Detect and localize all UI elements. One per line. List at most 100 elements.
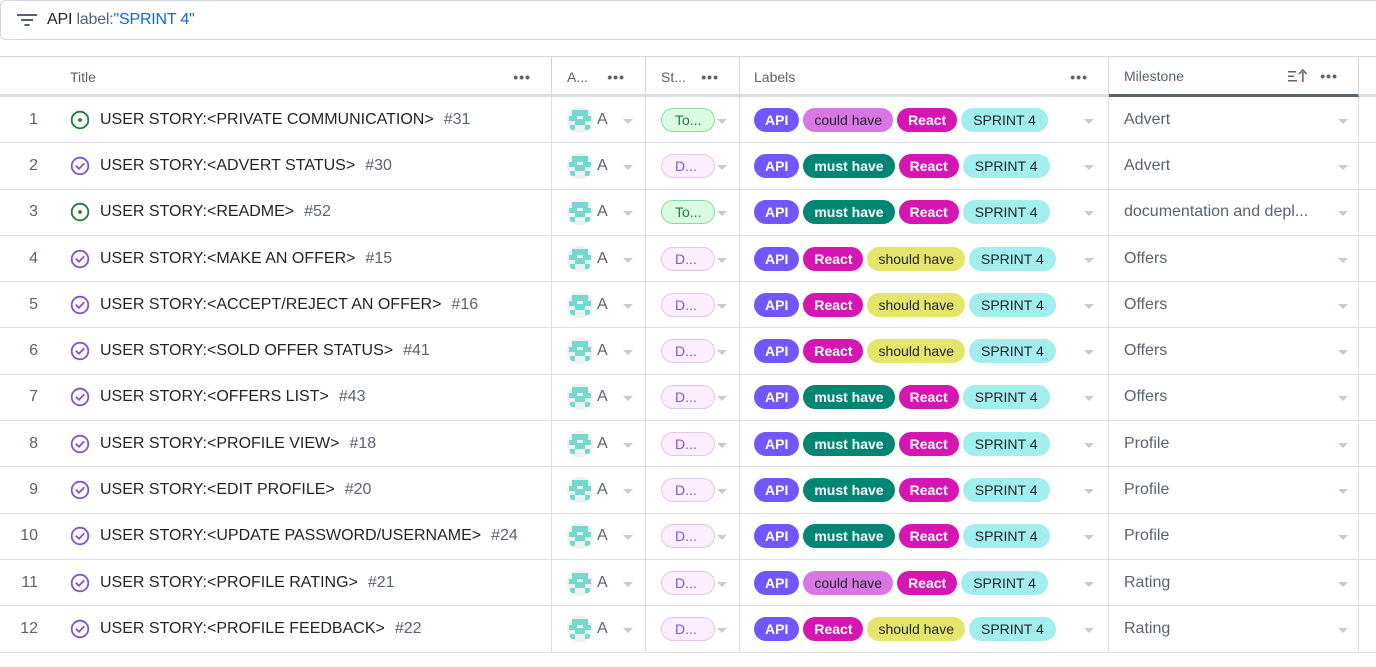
labels-cell[interactable]: API must have React SPRINT 4 xyxy=(740,143,1109,189)
label-react[interactable]: React xyxy=(803,246,864,271)
table-row[interactable]: 1 USER STORY:<PRIVATE COMMUNICATION> #31… xyxy=(0,97,1376,144)
status-badge[interactable]: D... xyxy=(661,570,715,595)
table-row[interactable]: 8 USER STORY:<PROFILE VIEW> #18 A D... A… xyxy=(0,421,1376,468)
milestone-cell[interactable]: Advert xyxy=(1109,97,1359,143)
status-cell[interactable]: D... xyxy=(646,374,740,421)
status-cell[interactable]: D... xyxy=(646,606,740,652)
chevron-down-icon[interactable] xyxy=(623,164,633,170)
chevron-down-icon[interactable] xyxy=(717,627,727,633)
labels-cell[interactable]: API React should have SPRINT 4 xyxy=(740,282,1109,328)
label-react[interactable]: React xyxy=(898,153,959,178)
issue-title[interactable]: USER STORY:<SOLD OFFER STATUS> xyxy=(100,342,393,360)
chevron-down-icon[interactable] xyxy=(1338,303,1348,309)
chevron-down-icon[interactable] xyxy=(1084,118,1094,124)
assignee-cell[interactable]: A xyxy=(552,374,646,421)
label-react[interactable]: React xyxy=(803,292,864,317)
chevron-down-icon[interactable] xyxy=(623,257,633,263)
label-must[interactable]: must have xyxy=(803,153,895,178)
chevron-down-icon[interactable] xyxy=(717,442,727,448)
label-api[interactable]: API xyxy=(754,200,800,225)
assignee-cell[interactable]: A xyxy=(552,467,646,513)
chevron-down-icon[interactable] xyxy=(1338,581,1348,587)
status-badge[interactable]: D... xyxy=(661,524,715,549)
chevron-down-icon[interactable] xyxy=(717,211,727,217)
status-badge[interactable]: D... xyxy=(661,616,715,641)
header-milestone[interactable]: Milestone ••• xyxy=(1109,57,1359,97)
label-sprint[interactable]: SPRINT 4 xyxy=(961,570,1048,595)
chevron-down-icon[interactable] xyxy=(717,489,727,495)
label-api[interactable]: API xyxy=(754,616,800,641)
label-must[interactable]: must have xyxy=(803,524,895,549)
chevron-down-icon[interactable] xyxy=(1338,627,1348,633)
chevron-down-icon[interactable] xyxy=(717,257,727,263)
table-row[interactable]: 3 USER STORY:<README> #52 A To... API mus… xyxy=(0,189,1376,236)
assignee-cell[interactable]: A xyxy=(552,421,646,467)
label-api[interactable]: API xyxy=(754,246,800,271)
assignee-cell[interactable]: A xyxy=(552,559,646,606)
chevron-down-icon[interactable] xyxy=(623,442,633,448)
assignee-cell[interactable]: A xyxy=(552,328,646,374)
labels-cell[interactable]: API must have React SPRINT 4 xyxy=(740,467,1109,513)
chevron-down-icon[interactable] xyxy=(1338,442,1348,448)
issue-title[interactable]: USER STORY:<UPDATE PASSWORD/USERNAME> xyxy=(100,527,481,545)
issue-title[interactable]: USER STORY:<OFFERS LIST> xyxy=(100,388,329,406)
label-sprint[interactable]: SPRINT 4 xyxy=(962,385,1050,410)
status-cell[interactable]: D... xyxy=(646,467,740,513)
chevron-down-icon[interactable] xyxy=(1338,350,1348,356)
table-row[interactable]: 10 USER STORY:<UPDATE PASSWORD/USERNAME>… xyxy=(0,513,1376,560)
label-api[interactable]: API xyxy=(754,292,800,317)
status-cell[interactable]: D... xyxy=(646,143,740,189)
label-api[interactable]: API xyxy=(754,478,800,503)
chevron-down-icon[interactable] xyxy=(1084,303,1094,309)
label-api[interactable]: API xyxy=(754,524,800,549)
label-should[interactable]: should have xyxy=(867,246,965,271)
table-row[interactable]: 5 USER STORY:<ACCEPT/REJECT AN OFFER> #1… xyxy=(0,282,1376,329)
labels-cell[interactable]: API must have React SPRINT 4 xyxy=(740,374,1109,421)
labels-cell[interactable]: API must have React SPRINT 4 xyxy=(740,421,1109,467)
labels-cell[interactable]: API React should have SPRINT 4 xyxy=(740,328,1109,374)
status-badge[interactable]: D... xyxy=(661,478,715,503)
chevron-down-icon[interactable] xyxy=(623,581,633,587)
chevron-down-icon[interactable] xyxy=(717,535,727,541)
label-react[interactable]: React xyxy=(897,107,958,132)
column-menu-icon[interactable]: ••• xyxy=(513,69,531,85)
labels-cell[interactable]: API could have React SPRINT 4 xyxy=(740,97,1109,143)
issue-title[interactable]: USER STORY:<EDIT PROFILE> xyxy=(100,481,335,499)
sort-ascending-icon[interactable] xyxy=(1288,68,1308,83)
label-react[interactable]: React xyxy=(898,385,959,410)
table-row[interactable]: 4 USER STORY:<MAKE AN OFFER> #15 A D... … xyxy=(0,235,1376,283)
column-menu-icon[interactable]: ••• xyxy=(1320,68,1338,84)
chevron-down-icon[interactable] xyxy=(1338,396,1348,402)
table-row[interactable]: 2 USER STORY:<ADVERT STATUS> #30 A D... … xyxy=(0,143,1376,190)
column-menu-icon[interactable]: ••• xyxy=(701,69,719,85)
label-api[interactable]: API xyxy=(754,570,800,595)
chevron-down-icon[interactable] xyxy=(1084,350,1094,356)
chevron-down-icon[interactable] xyxy=(717,118,727,124)
status-badge[interactable]: D... xyxy=(661,431,715,456)
chevron-down-icon[interactable] xyxy=(1084,581,1094,587)
milestone-cell[interactable]: Offers xyxy=(1109,374,1359,421)
label-react[interactable]: React xyxy=(898,524,959,549)
assignee-cell[interactable]: A xyxy=(552,513,646,559)
issue-title[interactable]: USER STORY:<ADVERT STATUS> xyxy=(100,157,355,175)
chevron-down-icon[interactable] xyxy=(1084,257,1094,263)
label-sprint[interactable]: SPRINT 4 xyxy=(969,339,1056,364)
milestone-cell[interactable]: Rating xyxy=(1109,559,1359,606)
status-badge[interactable]: D... xyxy=(661,246,715,271)
assignee-cell[interactable]: A xyxy=(552,143,646,189)
issue-title[interactable]: USER STORY:<PROFILE RATING> xyxy=(100,574,358,592)
title-cell[interactable]: USER STORY:<EDIT PROFILE> #20 xyxy=(62,467,552,513)
chevron-down-icon[interactable] xyxy=(717,396,727,402)
chevron-down-icon[interactable] xyxy=(623,396,633,402)
column-menu-icon[interactable]: ••• xyxy=(607,69,625,85)
table-row[interactable]: 7 USER STORY:<OFFERS LIST> #43 A D... AP… xyxy=(0,374,1376,422)
milestone-cell[interactable]: Profile xyxy=(1109,467,1359,513)
labels-cell[interactable]: API could have React SPRINT 4 xyxy=(740,559,1109,606)
chevron-down-icon[interactable] xyxy=(623,350,633,356)
chevron-down-icon[interactable] xyxy=(717,581,727,587)
status-badge[interactable]: To... xyxy=(661,107,715,132)
chevron-down-icon[interactable] xyxy=(1084,627,1094,633)
status-badge[interactable]: D... xyxy=(661,385,715,410)
issue-title[interactable]: USER STORY:<MAKE AN OFFER> xyxy=(100,250,355,268)
label-sprint[interactable]: SPRINT 4 xyxy=(962,524,1050,549)
